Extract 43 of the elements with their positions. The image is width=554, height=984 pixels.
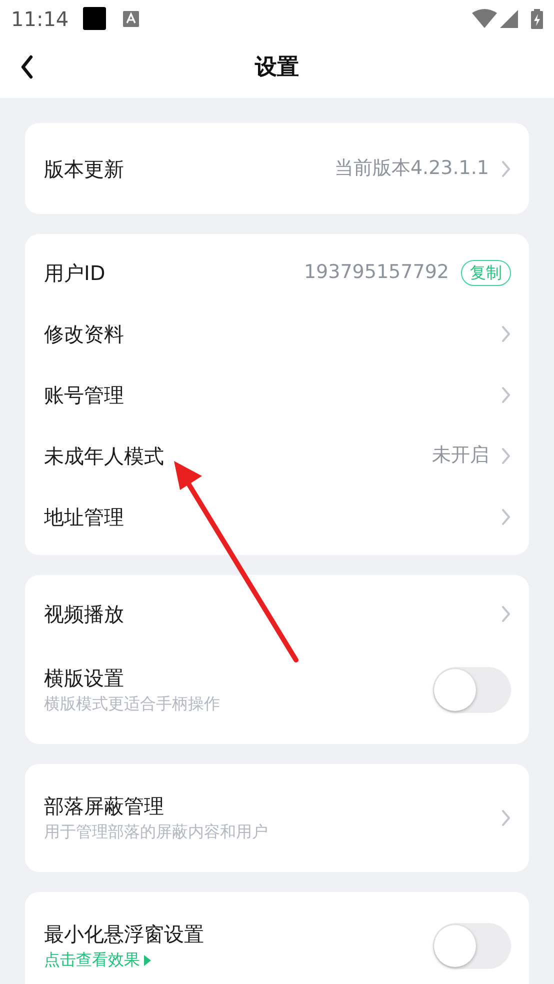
- play-triangle-icon: [144, 954, 151, 966]
- toggle-switch[interactable]: [433, 667, 511, 713]
- settings-row[interactable]: 未成年人模式 未开启: [25, 425, 529, 486]
- settings-row[interactable]: 版本更新 当前版本4.23.1.1: [25, 138, 529, 199]
- chevron-right-icon: [501, 809, 511, 827]
- chevron-right-icon: [501, 604, 511, 622]
- settings-row[interactable]: 部落屏蔽管理 用于管理部落的屏蔽内容和用户: [25, 772, 529, 864]
- status-time: 11:14: [11, 6, 69, 32]
- settings-row[interactable]: 地址管理: [25, 486, 529, 547]
- row-label: 横版设置: [44, 665, 125, 692]
- row-label: 用户ID: [44, 260, 106, 286]
- settings-row[interactable]: 最小化悬浮窗设置 点击查看效果: [25, 900, 529, 984]
- row-label: 未成年人模式: [44, 442, 165, 470]
- row-subtitle: 横版模式更适合手柄操作: [44, 693, 221, 715]
- row-value: 未开启: [432, 443, 489, 468]
- chevron-right-icon: [501, 508, 511, 526]
- signal-icon: [500, 10, 518, 28]
- row-label: 地址管理: [44, 504, 125, 530]
- row-value: 193795157792: [304, 260, 449, 286]
- row-label: 修改资料: [44, 320, 125, 348]
- chevron-right-icon: [501, 446, 511, 464]
- wifi-icon: [472, 9, 497, 28]
- settings-row[interactable]: 用户ID 193795157792 复制: [25, 242, 529, 303]
- toggle-switch[interactable]: [433, 923, 511, 969]
- chevron-right-icon: [501, 160, 511, 178]
- battery-icon: [531, 8, 543, 28]
- row-label: 视频播放: [44, 600, 125, 628]
- row-label: 最小化悬浮窗设置: [44, 921, 205, 948]
- page-title: 设置: [255, 54, 299, 82]
- row-label: 账号管理: [44, 382, 125, 408]
- settings-row[interactable]: 修改资料: [25, 303, 529, 364]
- notification-icon: [122, 10, 139, 26]
- row-value: 当前版本4.23.1.1: [334, 156, 489, 182]
- settings-row[interactable]: 账号管理: [25, 364, 529, 425]
- settings-row[interactable]: 横版设置 横版模式更适合手柄操作: [25, 644, 529, 736]
- row-label: 部落屏蔽管理: [44, 793, 165, 820]
- row-label: 版本更新: [44, 156, 125, 182]
- settings-row[interactable]: 视频播放: [25, 583, 529, 644]
- chevron-right-icon: [501, 386, 511, 404]
- back-icon: [20, 55, 34, 79]
- row-subtitle: 用于管理部落的屏蔽内容和用户: [44, 821, 269, 843]
- app-notification-icon: [82, 7, 106, 30]
- chevron-right-icon: [501, 324, 511, 342]
